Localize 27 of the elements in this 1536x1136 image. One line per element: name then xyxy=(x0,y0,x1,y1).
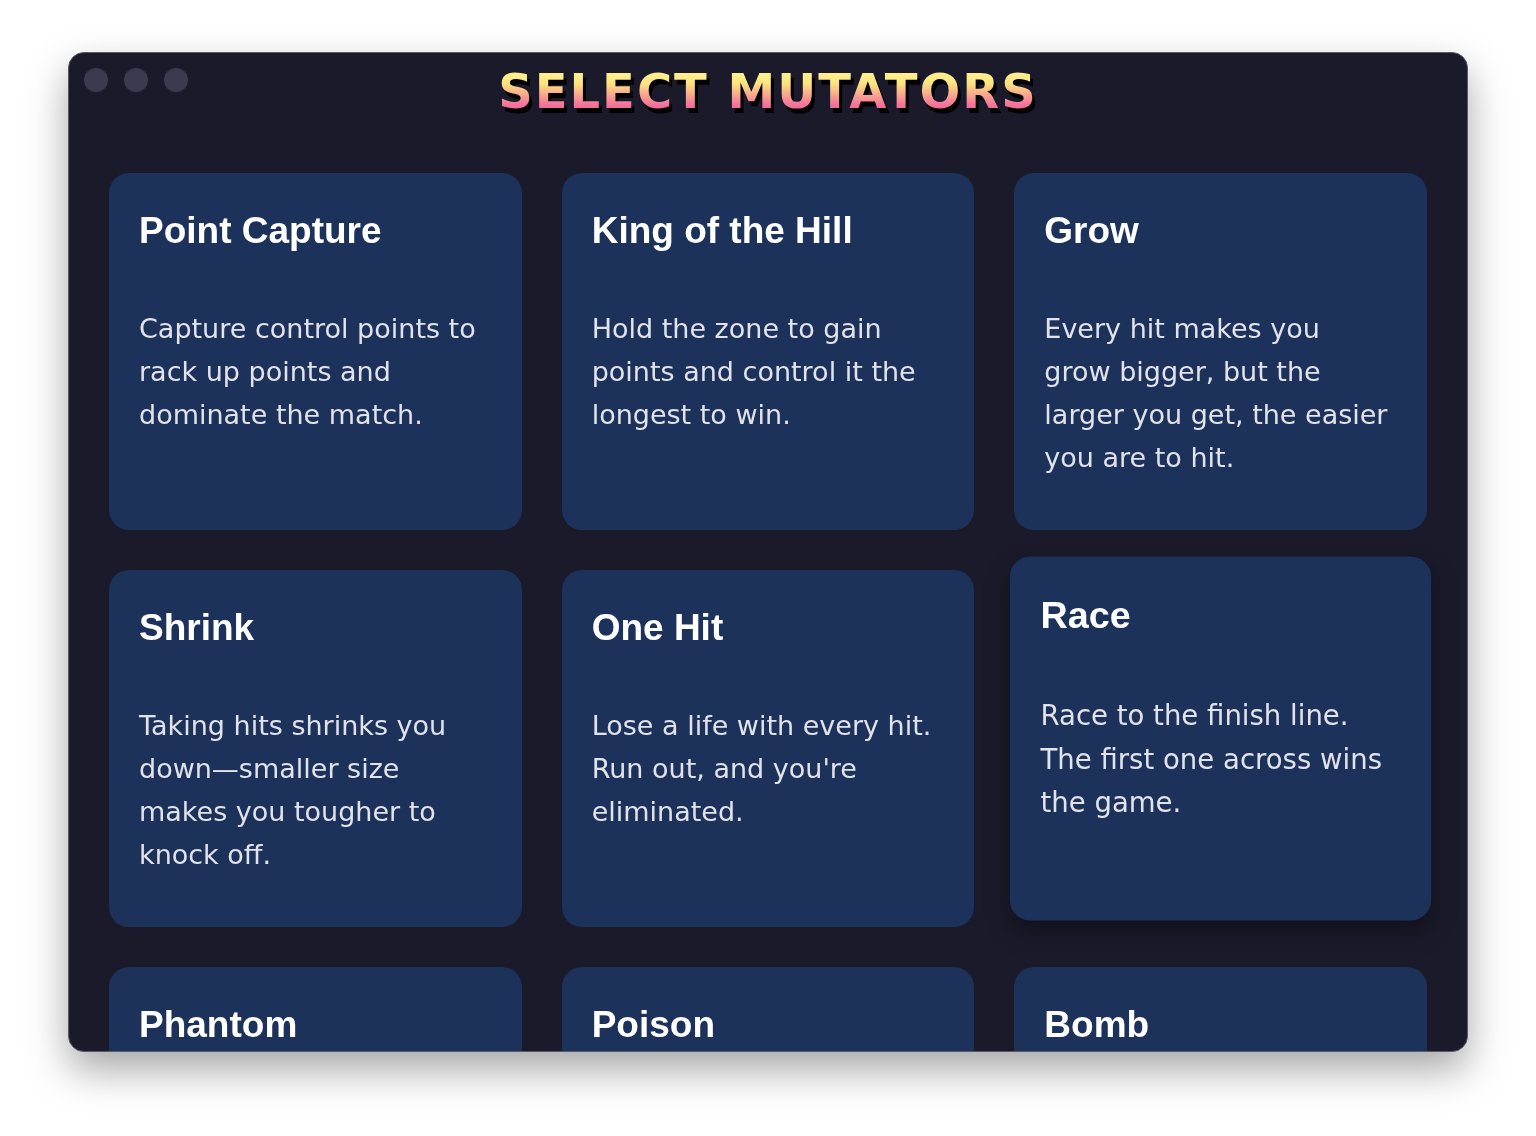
mutator-description: Capture control points to rack up points and dominate the match. xyxy=(139,312,477,432)
mutator-title: Point Capture xyxy=(139,209,383,253)
mutator-title: One Hit xyxy=(591,606,725,650)
mutator-card[interactable]: Point Capture Capture control points to rack up points and dominate the match. xyxy=(109,173,522,530)
window-control-icon[interactable] xyxy=(164,68,188,92)
mutator-card[interactable]: Grow Every hit makes you grow bigger, but the larger you get, the easier you are to hit. xyxy=(1014,173,1427,530)
mutator-card[interactable]: Race Race to the finish line. The first one across wins the game. xyxy=(1010,556,1432,921)
window-control-icon[interactable] xyxy=(84,68,108,92)
mutator-description: Taking hits shrinks you down—smaller size makes you tougher to knock off. xyxy=(139,709,448,872)
mutator-card[interactable]: Poison xyxy=(561,967,975,1051)
mutator-title: Race xyxy=(1040,593,1132,638)
mutator-card[interactable]: Bomb xyxy=(1014,967,1427,1051)
window-control-icon[interactable] xyxy=(124,68,148,92)
mutator-title: Poison xyxy=(591,1003,716,1047)
mutator-title: King of the Hill xyxy=(591,209,854,253)
mutator-title: Shrink xyxy=(139,606,256,650)
mutator-description: Every hit makes you grow bigger, but the larger you get, the easier you are to hit. xyxy=(1044,312,1389,475)
mutator-card[interactable]: Shrink Taking hits shrinks you down—smaller size makes you tougher to knock off. xyxy=(109,570,522,927)
mutator-title: Phantom xyxy=(139,1003,299,1047)
mutator-card[interactable]: One Hit Lose a life with every hit. Run out, and you're eliminated. xyxy=(561,570,975,927)
mutator-description: Hold the zone to gain points and control it the longest to win. xyxy=(591,312,917,432)
mutator-description: Lose a life with every hit. Run out, and you're eliminated. xyxy=(591,709,933,829)
mutator-description: Race to the finish line. The first one across wins the game. xyxy=(1040,698,1384,821)
mutator-title: Grow xyxy=(1044,209,1140,253)
mutator-card[interactable]: Phantom xyxy=(109,967,522,1051)
mutator-title: Bomb xyxy=(1044,1003,1151,1047)
mutator-card[interactable]: King of the Hill Hold the zone to gain points and control it the longest to win. xyxy=(561,173,975,530)
